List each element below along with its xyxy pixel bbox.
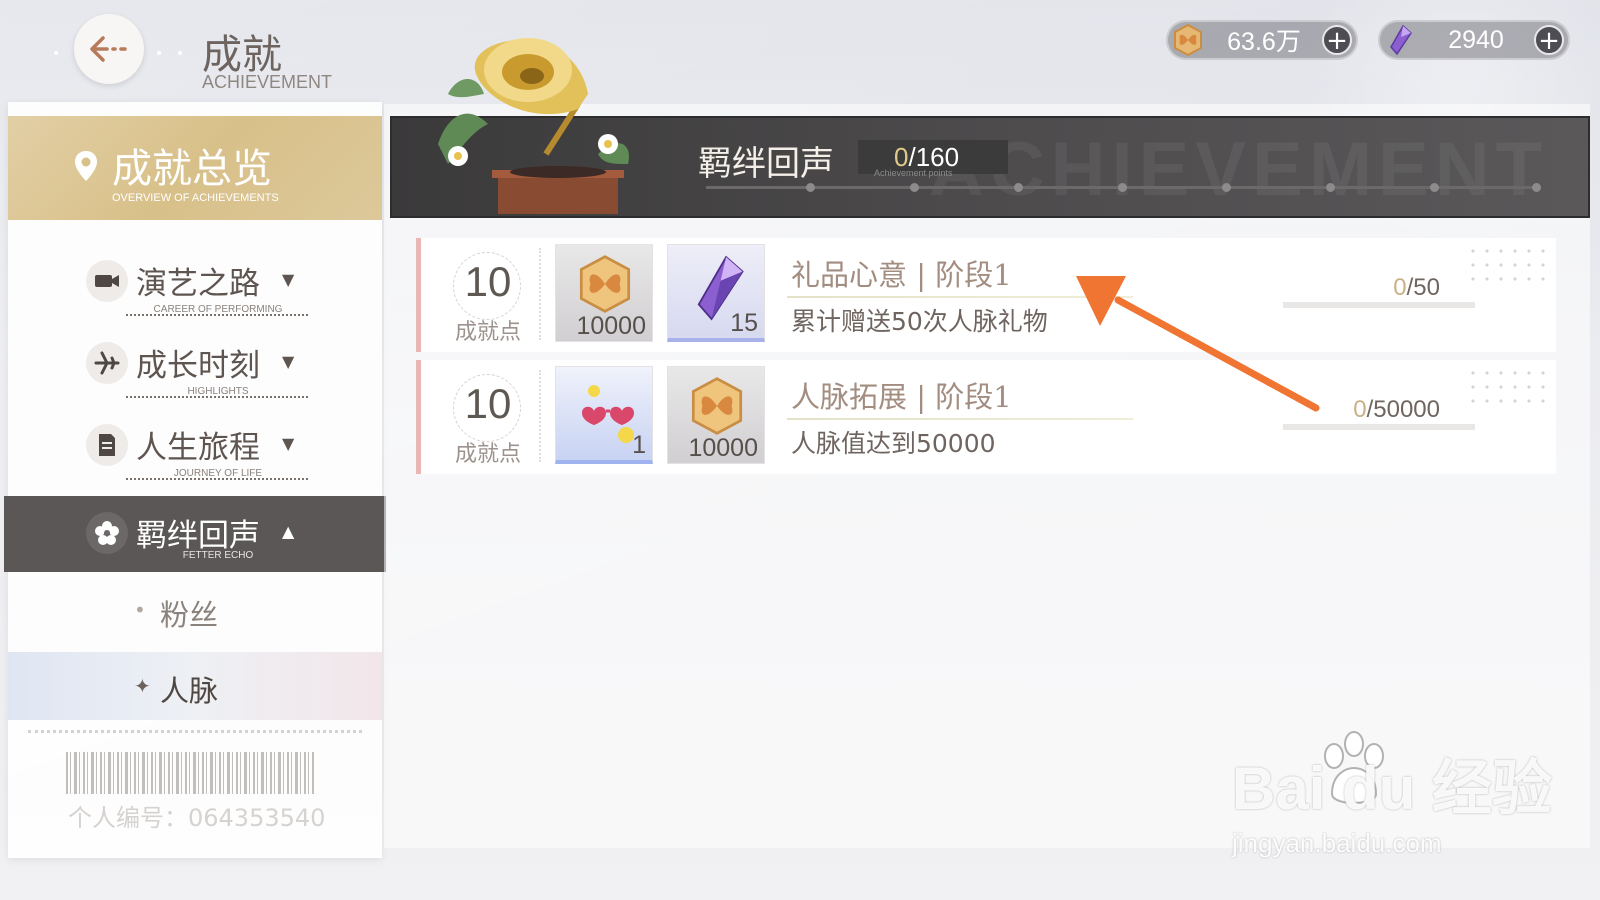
achievement-title: 礼品心意 | 阶段1 xyxy=(791,258,1012,292)
achievement-points: 10 xyxy=(464,380,512,427)
reward-item[interactable]: 15 xyxy=(667,244,765,342)
player-id: 个人编号：064353540 xyxy=(68,804,326,832)
banner-watermark: ACHIEVEMENT xyxy=(928,127,1548,212)
points-progress-track xyxy=(706,183,1541,192)
watermark-brand: Bai du 经验 xyxy=(1232,755,1553,822)
title-underline xyxy=(787,418,1133,420)
airplane-icon xyxy=(86,342,128,384)
heart-sunglasses-icon xyxy=(582,385,634,443)
reward-quantity: 10000 xyxy=(688,434,758,462)
banner-title: 羁绊回声 xyxy=(698,144,834,184)
add-crystal-button[interactable]: + xyxy=(1534,25,1564,55)
currency-gold-value: 63.6万 xyxy=(1227,28,1301,56)
achievement-overview-button[interactable]: 成就总览 OVERVIEW OF ACHIEVEMENTS xyxy=(8,116,382,220)
divider xyxy=(539,248,541,340)
divider xyxy=(126,478,308,480)
sidebar-subitem-label: 人脉 xyxy=(160,674,219,708)
achievement-row[interactable]: 10 成就点 10000 15 礼品心意 | 阶段1 累计赠送50次人脉礼物 0… xyxy=(416,238,1556,352)
achievement-progress-text: 0/50000 xyxy=(1353,396,1440,423)
butterfly-coin-icon xyxy=(1170,22,1206,58)
butterfly-coin-icon xyxy=(691,377,743,435)
chevron-down-icon: ▼ xyxy=(282,434,295,453)
title-underline xyxy=(787,296,1133,298)
back-button[interactable] xyxy=(74,14,144,84)
sidebar-item-label: 成长时刻 xyxy=(136,348,260,384)
progress-node xyxy=(910,183,919,192)
decor-dots xyxy=(1466,244,1546,288)
achievement-points-badge: 10 成就点 xyxy=(443,248,533,345)
sidebar-item-label: 演艺之路 xyxy=(136,266,260,302)
decor-dots: • xyxy=(52,46,65,62)
achievement-row[interactable]: 10 成就点 1 10000 人脉拓展 | 阶段1 人脉值达到50000 0/5… xyxy=(416,360,1556,474)
currency-crystal-value: 2940 xyxy=(1448,25,1504,54)
flower-icon xyxy=(86,512,128,554)
butterfly-coin-icon xyxy=(579,255,631,313)
progress-node xyxy=(1430,183,1439,192)
chevron-down-icon: ▼ xyxy=(282,270,295,289)
reward-quantity: 1 xyxy=(632,431,646,459)
barcode-image xyxy=(66,752,314,794)
page-subtitle: ACHIEVEMENT xyxy=(202,72,333,92)
watermark-url: jingyan.baidu.com xyxy=(1232,828,1442,858)
sidebar-item-career[interactable]: 演艺之路 ▼ CAREER OF PERFORMING xyxy=(8,244,382,324)
sparkle-icon: ✦ xyxy=(134,674,151,698)
achievement-title: 人脉拓展 | 阶段1 xyxy=(791,380,1012,414)
progress-node xyxy=(1222,183,1231,192)
progress-node xyxy=(1326,183,1335,192)
divider xyxy=(28,730,362,733)
progress-node xyxy=(1014,183,1023,192)
achievement-progress-text: 0/50 xyxy=(1393,274,1440,301)
achievement-points-display: 0/160 Achievement points xyxy=(858,140,1008,178)
achievement-points-badge: 10 成就点 xyxy=(443,370,533,467)
achievement-progress-bar xyxy=(1283,302,1475,308)
achievement-description: 人脉值达到50000 xyxy=(791,429,996,458)
decor-dots xyxy=(1466,366,1546,410)
sidebar-item-sub: FETTER ECHO xyxy=(182,550,254,561)
sidebar-subitem-fans[interactable]: • 粉丝 xyxy=(8,576,382,644)
sidebar-item-label: 人生旅程 xyxy=(136,430,260,466)
sidebar-subitem-connections[interactable]: ✦ 人脉 xyxy=(8,652,382,720)
location-pin-icon xyxy=(75,151,97,181)
progress-node xyxy=(806,183,815,192)
overview-subtitle: OVERVIEW OF ACHIEVEMENTS xyxy=(112,192,279,204)
sidebar-item-label: 羁绊回声 xyxy=(136,518,260,554)
achievement-progress-bar xyxy=(1283,424,1475,430)
sidebar-item-journey[interactable]: 人生旅程 ▼ JOURNEY OF LIFE xyxy=(8,408,382,488)
reward-item[interactable]: 1 xyxy=(555,366,653,464)
achievement-points-label: 成就点 xyxy=(454,320,521,345)
divider xyxy=(539,370,541,462)
achievement-points: 10 xyxy=(464,258,512,305)
chevron-down-icon: ▼ xyxy=(282,352,295,371)
bullet-icon: • xyxy=(134,598,146,622)
divider xyxy=(126,396,308,398)
currency-crystal: 2940 + xyxy=(1378,20,1570,60)
add-gold-button[interactable]: + xyxy=(1322,25,1352,55)
currency-gold: 63.6万 + xyxy=(1166,20,1358,60)
divider xyxy=(126,314,308,316)
achievement-points-label: 成就点 xyxy=(454,442,521,467)
sidebar: 成就总览 OVERVIEW OF ACHIEVEMENTS 演艺之路 ▼ CAR… xyxy=(4,102,386,858)
progress-node xyxy=(1118,183,1127,192)
overview-title: 成就总览 xyxy=(112,146,272,192)
sidebar-item-fetter-echo[interactable]: 羁绊回声 ▲ FETTER ECHO xyxy=(4,496,386,572)
progress-node xyxy=(1532,183,1541,192)
reward-quantity: 10000 xyxy=(576,312,646,340)
gramophone-icon xyxy=(438,38,629,214)
sidebar-item-highlights[interactable]: 成长时刻 ▼ HIGHLIGHTS xyxy=(8,326,382,406)
camera-icon xyxy=(86,260,128,302)
achievement-description: 累计赠送50次人脉礼物 xyxy=(791,307,1048,336)
achievement-points-label: Achievement points xyxy=(874,168,953,178)
sidebar-subitem-label: 粉丝 xyxy=(160,598,219,632)
arrow-left-icon xyxy=(90,36,127,62)
reward-item[interactable]: 10000 xyxy=(667,366,765,464)
purple-crystal-icon xyxy=(1382,22,1418,58)
document-icon xyxy=(86,424,128,466)
reward-quantity: 15 xyxy=(730,309,758,337)
decor-dots: • • xyxy=(155,46,188,62)
chevron-up-icon: ▲ xyxy=(282,522,295,541)
reward-item[interactable]: 10000 xyxy=(555,244,653,342)
